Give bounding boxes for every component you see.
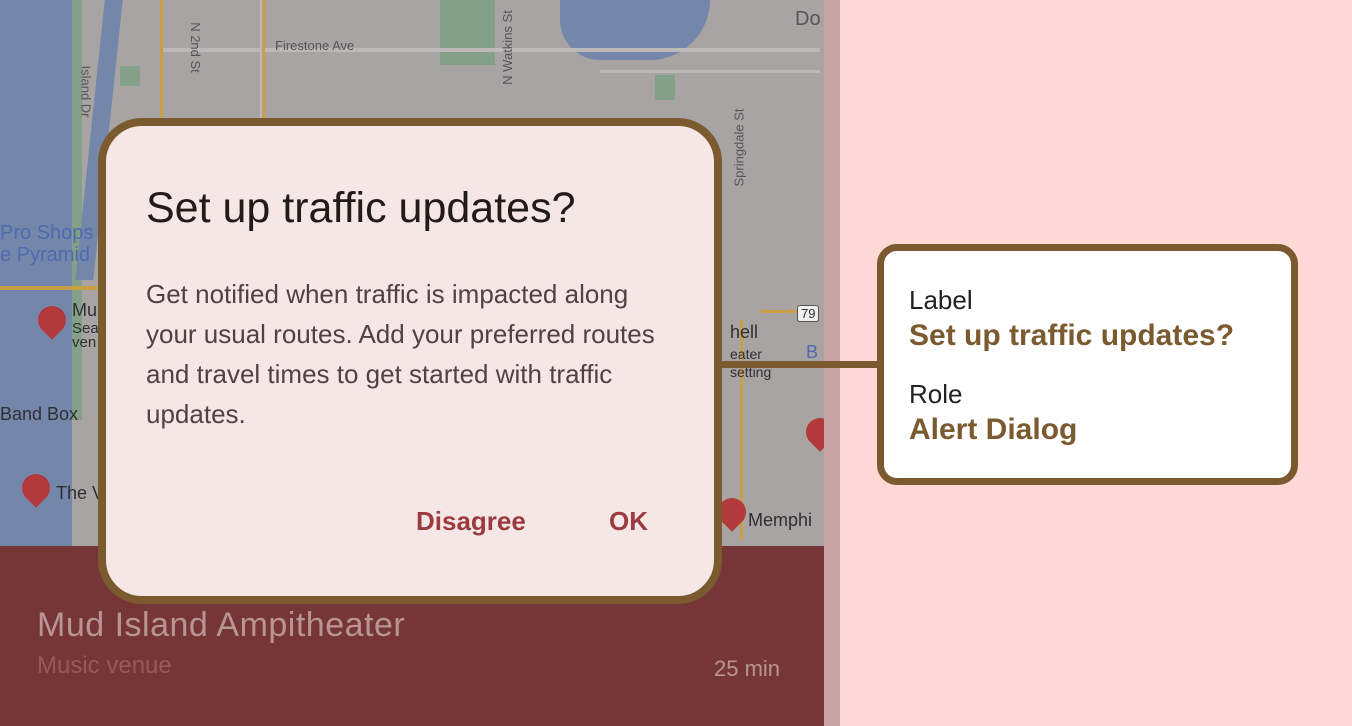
map-pin-icon[interactable] [800,412,824,452]
label-key: Label [909,285,973,315]
poi-label: eater [730,346,762,362]
poi-label: Mu [72,300,98,320]
street-label: Firestone Ave [275,38,355,53]
poi-label: hell [730,322,759,342]
poi-label: Memphi [748,510,813,530]
accessibility-callout: Label Set up traffic updates? Role Alert… [877,244,1298,485]
poi-label: e Pyramid [0,244,91,266]
poi-label: ven [72,334,97,351]
street-label: Island Dr [78,65,94,118]
road [160,48,820,52]
alert-dialog: Set up traffic updates? Get notified whe… [98,118,722,604]
park [440,0,495,65]
callout-connector [722,361,880,368]
dialog-body: Get notified when traffic is impacted al… [146,279,655,429]
street-label: N Watkins St [499,10,515,85]
highway [0,286,100,290]
poi-label: The V [56,483,105,503]
highway [262,0,265,120]
highway-shield: 79 [797,305,820,322]
map-label: Do [795,8,821,30]
ok-button[interactable]: OK [609,506,648,537]
travel-time: 25 min [714,656,781,681]
street-label: N 2nd St [187,22,203,73]
place-type: Music venue [37,652,172,679]
role-value: Alert Dialog [909,413,1078,446]
road [600,70,820,73]
park [655,75,675,100]
place-name: Mud Island Ampitheater [37,606,406,644]
poi-label: B [806,342,819,362]
label-value: Set up traffic updates? [909,319,1235,352]
poi-label: Band Box [0,404,79,424]
disagree-button[interactable]: Disagree [416,506,526,537]
dialog-title: Set up traffic updates? [146,184,576,232]
riverbank-park [72,0,82,420]
park [120,66,140,86]
highway [160,0,163,120]
poi-label: Pro Shops [0,222,94,244]
river [0,0,72,546]
street-label: Springdale St [731,108,747,187]
role-key: Role [909,379,963,409]
